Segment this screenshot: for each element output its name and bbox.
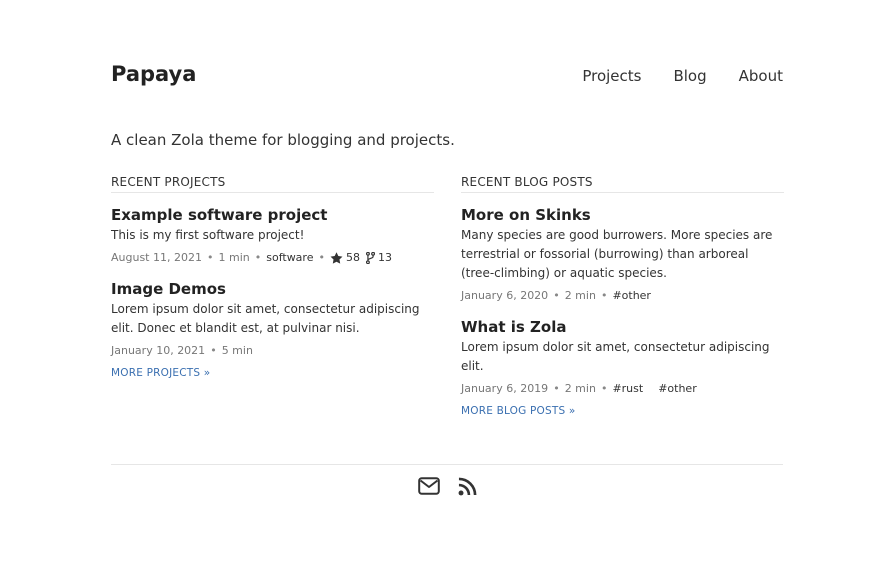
site-footer — [111, 464, 783, 496]
rss-icon[interactable] — [458, 477, 477, 496]
project-read-time: 1 min — [218, 251, 250, 264]
project-title[interactable]: Image Demos — [111, 279, 434, 299]
blog-post-description: Many species are good burrowers. More sp… — [461, 228, 773, 280]
mail-icon[interactable] — [417, 477, 440, 496]
project-item: Example software project This is my firs… — [111, 205, 434, 265]
blog-post-tag[interactable]: #rust — [612, 382, 643, 396]
nav-item-about[interactable]: About — [739, 67, 783, 85]
nav-item-blog[interactable]: Blog — [673, 67, 706, 85]
meta-separator: • — [254, 251, 262, 264]
blog-post-tag[interactable]: #other — [658, 382, 697, 396]
project-date: August 11, 2021 — [111, 251, 202, 264]
blog-post-meta: January 6, 2019 • 2 min • #rust #other — [461, 382, 784, 396]
project-forks-count: 13 — [377, 251, 392, 264]
more-blog-posts-link[interactable]: More blog posts » — [461, 405, 576, 417]
meta-separator: • — [553, 382, 560, 395]
blog-post-date: January 6, 2020 — [461, 289, 549, 302]
blog-post-read-time: 2 min — [564, 289, 596, 302]
blog-post-item: What is Zola Lorem ipsum dolor sit amet,… — [461, 317, 784, 396]
meta-separator: • — [600, 289, 608, 302]
project-meta: January 10, 2021 • 5 min — [111, 344, 434, 358]
project-forks[interactable]: 13 — [365, 251, 392, 265]
blog-post-meta: January 6, 2020 • 2 min • #other — [461, 289, 784, 303]
fork-icon — [365, 252, 375, 264]
project-description: Lorem ipsum dolor sit amet, consectetur … — [111, 302, 420, 335]
blog-post-description: Lorem ipsum dolor sit amet, consectetur … — [461, 340, 770, 373]
site-title[interactable]: Papaya — [111, 62, 196, 86]
project-description: This is my first software project! — [111, 228, 305, 242]
more-projects-link[interactable]: More projects » — [111, 367, 210, 379]
recent-blog-posts-section: Recent blog posts More on Skinks Many sp… — [461, 175, 784, 418]
blog-post-title[interactable]: What is Zola — [461, 317, 784, 337]
meta-separator: • — [553, 289, 560, 302]
star-icon — [330, 252, 343, 264]
recent-projects-section: Recent projects Example software project… — [111, 175, 434, 380]
site-tagline: A clean Zola theme for blogging and proj… — [111, 131, 455, 149]
project-meta: August 11, 2021 • 1 min • software • 58 … — [111, 251, 434, 265]
blog-post-read-time: 2 min — [564, 382, 596, 395]
blog-post-title[interactable]: More on Skinks — [461, 205, 784, 225]
blog-post-date: January 6, 2019 — [461, 382, 549, 395]
project-read-time: 5 min — [221, 344, 253, 357]
meta-separator: • — [600, 382, 608, 395]
meta-separator: • — [318, 251, 325, 264]
blog-post-tag[interactable]: #other — [612, 289, 651, 303]
project-title[interactable]: Example software project — [111, 205, 434, 225]
project-tag-software[interactable]: software — [266, 251, 313, 265]
project-stars[interactable]: 58 — [330, 251, 360, 265]
meta-separator: • — [210, 344, 217, 357]
nav-item-projects[interactable]: Projects — [582, 67, 641, 85]
project-date: January 10, 2021 — [111, 344, 206, 357]
footer-links — [111, 477, 783, 496]
project-item: Image Demos Lorem ipsum dolor sit amet, … — [111, 279, 434, 358]
main-nav: Projects Blog About — [582, 67, 783, 85]
meta-separator: • — [206, 251, 214, 264]
section-header-blog: Recent blog posts — [461, 175, 784, 193]
section-header-projects: Recent projects — [111, 175, 434, 193]
blog-post-item: More on Skinks Many species are good bur… — [461, 205, 784, 303]
project-stars-count: 58 — [345, 251, 360, 264]
